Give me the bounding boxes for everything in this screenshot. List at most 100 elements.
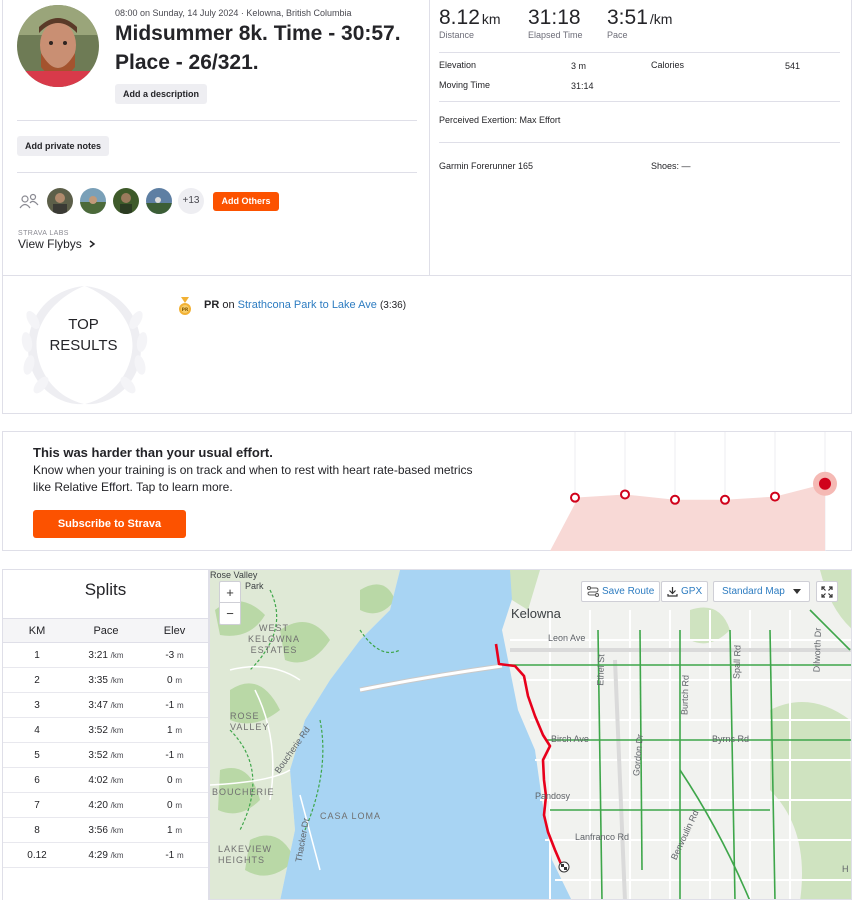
calories-value: 541	[785, 61, 801, 71]
split-row[interactable]: 8 3:56 /km 1 m	[3, 817, 208, 843]
split-km: 3	[3, 692, 71, 718]
subscribe-button[interactable]: Subscribe to Strava	[33, 510, 186, 538]
relative-effort-promo: This was harder than your usual effort. …	[2, 431, 852, 551]
athlete-avatar[interactable]	[17, 5, 99, 87]
split-pace-unit: /km	[110, 700, 124, 710]
map-label-lanfranco-rd: Lanfranco Rd	[575, 832, 630, 842]
route-icon	[587, 586, 599, 597]
shoes-value[interactable]: Shoes: —	[651, 161, 691, 171]
split-elev-unit: m	[177, 650, 184, 660]
split-pace: 3:35 /km	[71, 667, 141, 693]
download-icon	[667, 587, 678, 597]
split-pace: 3:56 /km	[71, 817, 141, 843]
add-description-button[interactable]: Add a description	[115, 84, 208, 104]
map-style-select[interactable]: Standard Map	[713, 581, 810, 602]
split-km: 5	[3, 742, 71, 768]
split-km: 4	[3, 717, 71, 743]
stat-value: 3:51	[607, 6, 648, 29]
split-row[interactable]: 6 4:02 /km 0 m	[3, 767, 208, 793]
pr-label: PR	[204, 299, 220, 311]
route-map[interactable]: Rose Valley Park Kelowna WEST KELOWNA ES…	[209, 569, 852, 900]
fullscreen-button[interactable]	[816, 581, 838, 602]
save-route-button[interactable]: Save Route	[581, 581, 661, 602]
segment-link[interactable]: Strathcona Park to Lake Ave	[238, 299, 377, 311]
stat-value: 31:18	[528, 6, 581, 29]
view-flybys-link[interactable]: View Flybys	[18, 237, 96, 251]
split-pace: 4:29 /km	[71, 842, 141, 868]
expand-icon	[821, 585, 833, 598]
group-athlete-avatar[interactable]	[47, 188, 73, 214]
relative-effort-chart[interactable]	[525, 432, 852, 551]
divider	[439, 101, 840, 102]
group-athlete-avatar[interactable]	[113, 188, 139, 214]
split-pace-value: 3:52	[88, 749, 108, 761]
split-pace-value: 4:20	[88, 799, 108, 811]
split-elev-value: -1	[165, 699, 175, 711]
gpx-download-button[interactable]: GPX	[661, 581, 709, 602]
gpx-label: GPX	[681, 586, 703, 597]
map-label-burtch-rd: Burtch Rd	[679, 674, 691, 716]
perceived-exertion: Perceived Exertion: Max Effort	[439, 115, 561, 125]
map-label-boucherie: BOUCHERIE	[212, 787, 275, 797]
split-elev: 0 m	[141, 767, 208, 793]
pr-medal-icon: PR	[179, 297, 191, 315]
top-results-panel: TOP RESULTS PR PR on Strathcona Park to …	[2, 276, 852, 414]
split-elev: 1 m	[141, 817, 208, 843]
map-label-pandosy: Pandosy	[535, 791, 571, 801]
map-label-leon-ave: Leon Ave	[548, 633, 586, 643]
split-row[interactable]: 2 3:35 /km 0 m	[3, 667, 208, 693]
split-pace: 3:47 /km	[71, 692, 141, 718]
split-elev-unit: m	[175, 775, 182, 785]
split-elev-unit: m	[175, 725, 182, 735]
add-others-button[interactable]: Add Others	[213, 192, 279, 211]
split-pace-unit: /km	[110, 750, 124, 760]
top-results-heading: TOP RESULTS	[3, 314, 164, 356]
map-label-rose-valley-park: Rose Valley	[210, 570, 258, 580]
map-label-kelowna: Kelowna	[511, 606, 561, 621]
add-private-notes-button[interactable]: Add private notes	[17, 136, 110, 156]
split-pace-unit: /km	[110, 825, 124, 835]
split-pace: 3:52 /km	[71, 742, 141, 768]
split-elev-value: 1	[166, 724, 173, 736]
split-elev-value: 0	[166, 799, 173, 811]
split-pace-value: 3:21	[88, 649, 108, 661]
activity-summary-panel: 08:00 on Sunday, 14 July 2024 · Kelowna,…	[2, 0, 852, 276]
effort-point	[570, 492, 580, 503]
split-elev-value: 1	[166, 824, 173, 836]
map-label-ethel-st: Ethel St	[595, 654, 607, 686]
split-km: 1	[3, 642, 71, 668]
map-label-rose-valley: ROSE VALLEY	[230, 711, 270, 732]
split-row[interactable]: 7 4:20 /km 0 m	[3, 792, 208, 818]
more-athletes-count[interactable]: +13	[178, 188, 204, 214]
split-row[interactable]: 5 3:52 /km -1 m	[3, 742, 208, 768]
divider	[439, 142, 840, 143]
pr-achievement: PR on Strathcona Park to Lake Ave (3:36)	[204, 299, 406, 311]
split-pace-unit: /km	[110, 850, 124, 860]
map-label-dilworth-dr: Dilworth Dr	[811, 627, 824, 673]
top-results-line: RESULTS	[49, 337, 118, 354]
split-elev-value: 0	[166, 674, 173, 686]
split-km: 2	[3, 667, 71, 693]
people-icon	[19, 193, 39, 209]
zoom-in-button[interactable]: +	[220, 582, 240, 603]
promo-title: This was harder than your usual effort.	[33, 445, 273, 460]
split-row[interactable]: 0.12 4:29 /km -1 m	[3, 842, 208, 868]
split-row[interactable]: 4 3:52 /km 1 m	[3, 717, 208, 743]
divider	[17, 120, 417, 121]
map-label-byrns-rd: Byrns Rd	[712, 734, 750, 744]
split-elev-unit: m	[177, 700, 184, 710]
split-elev: -3 m	[141, 642, 208, 668]
split-row[interactable]: 3 3:47 /km -1 m	[3, 692, 208, 718]
zoom-control: + −	[219, 581, 241, 625]
split-elev-value: -3	[165, 649, 175, 661]
elevation-value: 3 m	[571, 61, 587, 71]
map-label-spall-rd: Spall Rd	[731, 644, 743, 680]
split-pace-value: 4:29	[88, 849, 108, 861]
group-athlete-avatar[interactable]	[80, 188, 106, 214]
zoom-out-button[interactable]: −	[220, 603, 240, 624]
column-header: Elev	[141, 618, 208, 643]
split-elev-value: -1	[165, 849, 175, 861]
split-row[interactable]: 1 3:21 /km -3 m	[3, 642, 208, 668]
top-results-line: TOP	[68, 316, 99, 333]
group-athlete-avatar[interactable]	[146, 188, 172, 214]
